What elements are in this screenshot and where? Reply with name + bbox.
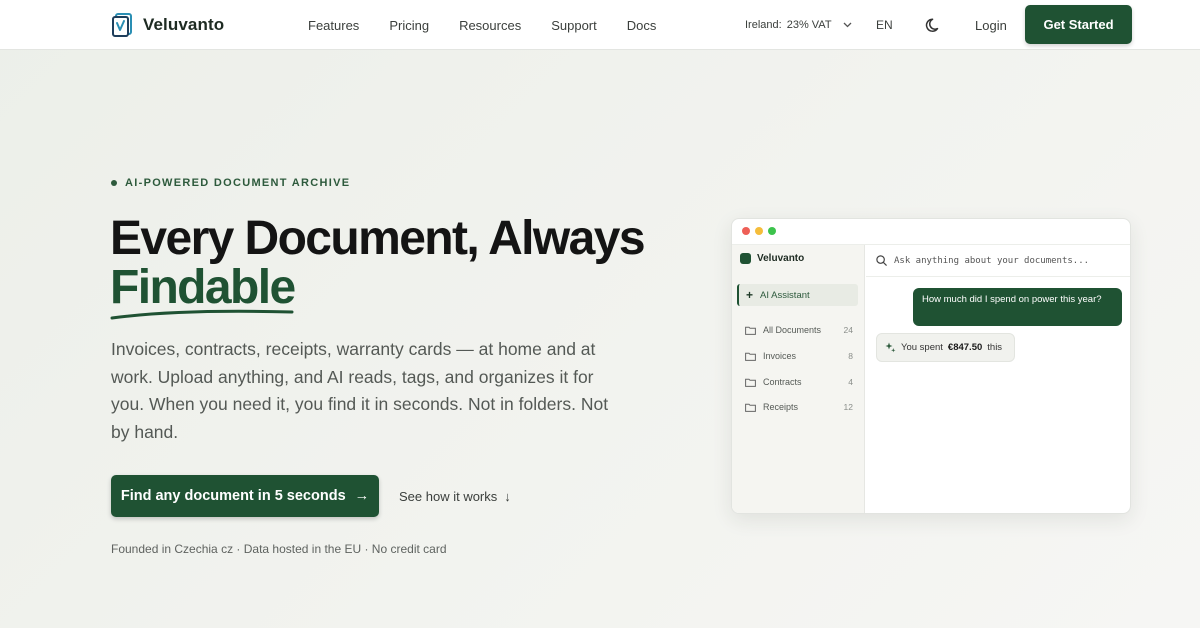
folder-count: 4 [848, 377, 853, 387]
vat-country: Ireland: [745, 19, 782, 31]
window-close-dot-icon [742, 227, 750, 235]
cta-primary-label: Find any document in 5 seconds [120, 488, 346, 504]
window-maximize-dot-icon [768, 227, 776, 235]
headline-accent: Findable [110, 263, 296, 320]
mockup-sidebar: Veluvanto + AI Assistant All Documents 2… [732, 245, 865, 513]
veluvanto-logo-icon [112, 13, 132, 37]
user-message-bubble: How much did I spend on power this year? [913, 288, 1122, 326]
folder-label: Invoices [763, 351, 797, 361]
top-nav: Veluvanto Features Pricing Resources Sup… [0, 0, 1200, 50]
folder-count: 24 [843, 325, 853, 335]
mockup-app-name: Veluvanto [757, 253, 805, 264]
mockup-titlebar [732, 219, 1130, 245]
login-link[interactable]: Login [975, 0, 1007, 50]
mockup-chat: How much did I spend on power this year?… [866, 245, 1130, 513]
arrow-right-icon: → [354, 488, 370, 504]
eyebrow-text: AI-POWERED DOCUMENT ARCHIVE [125, 177, 351, 189]
nav-link-support[interactable]: Support [551, 18, 597, 33]
sidebar-item-contracts[interactable]: Contracts 4 [745, 373, 853, 391]
mockup-search-bar [866, 245, 1130, 277]
nav-link-docs[interactable]: Docs [627, 18, 657, 33]
brand[interactable]: Veluvanto [110, 11, 224, 39]
nav-link-features[interactable]: Features [308, 18, 359, 33]
app-mockup: Veluvanto + AI Assistant All Documents 2… [731, 218, 1131, 514]
search-icon [876, 255, 887, 266]
hero-headline: Every Document, Always Findable [110, 212, 690, 320]
sidebar-item-receipts[interactable]: Receipts 12 [745, 398, 853, 416]
search-input[interactable] [894, 255, 1124, 266]
ai-reply-bubble: You spent €847.50 this [876, 333, 1016, 362]
see-how-it-works-link[interactable]: See how it works ↓ [399, 486, 511, 506]
get-started-button[interactable]: Get Started [1025, 5, 1132, 44]
mockup-brand: Veluvanto [740, 253, 804, 264]
folder-label: Receipts [763, 402, 799, 412]
sidebar-item-all-documents[interactable]: All Documents 24 [745, 321, 853, 339]
ai-reply-amount: €847.50 [947, 342, 983, 353]
sparkle-icon [885, 342, 896, 353]
ai-assistant-label: AI Assistant [760, 289, 810, 301]
eyebrow: AI-POWERED DOCUMENT ARCHIVE [111, 176, 350, 190]
folder-label: All Documents [763, 325, 822, 335]
cta-secondary-label: See how it works [399, 488, 498, 504]
folder-count: 12 [843, 402, 853, 412]
ai-reply-suffix: this [987, 342, 1003, 353]
ai-reply-prefix: You spent [901, 342, 943, 353]
eyebrow-dot-icon [111, 180, 117, 186]
nav-links: Features Pricing Resources Support Docs [308, 0, 656, 50]
mockup-logo-icon [740, 253, 751, 264]
sidebar-item-ai-assistant[interactable]: + AI Assistant [737, 284, 858, 306]
brand-name: Veluvanto [143, 15, 225, 34]
language-selector[interactable]: EN [876, 0, 893, 50]
vat-selector[interactable]: Ireland: 23% VAT [745, 0, 852, 50]
headline-line-1: Every Document, Always [110, 212, 646, 265]
underline-swoosh-icon [110, 309, 294, 320]
hero-subtext: Invoices, contracts, receipts, warranty … [111, 339, 609, 442]
folder-icon [745, 352, 756, 361]
folder-label: Contracts [763, 377, 802, 387]
moon-icon[interactable] [925, 16, 943, 34]
folder-icon [745, 403, 756, 412]
vat-rate: 23% VAT [786, 19, 832, 31]
chevron-down-icon [843, 22, 852, 28]
folder-count: 8 [848, 351, 853, 361]
nav-link-pricing[interactable]: Pricing [389, 18, 429, 33]
hero-footnote: Founded in Czechia cz · Data hosted in t… [111, 542, 447, 556]
nav-link-resources[interactable]: Resources [459, 18, 521, 33]
find-document-button[interactable]: Find any document in 5 seconds → [111, 475, 379, 517]
arrow-down-icon: ↓ [504, 488, 511, 504]
window-minimize-dot-icon [755, 227, 763, 235]
folder-icon [745, 326, 756, 335]
plus-icon: + [746, 288, 754, 302]
sidebar-item-invoices[interactable]: Invoices 8 [745, 347, 853, 365]
folder-icon [745, 378, 756, 387]
